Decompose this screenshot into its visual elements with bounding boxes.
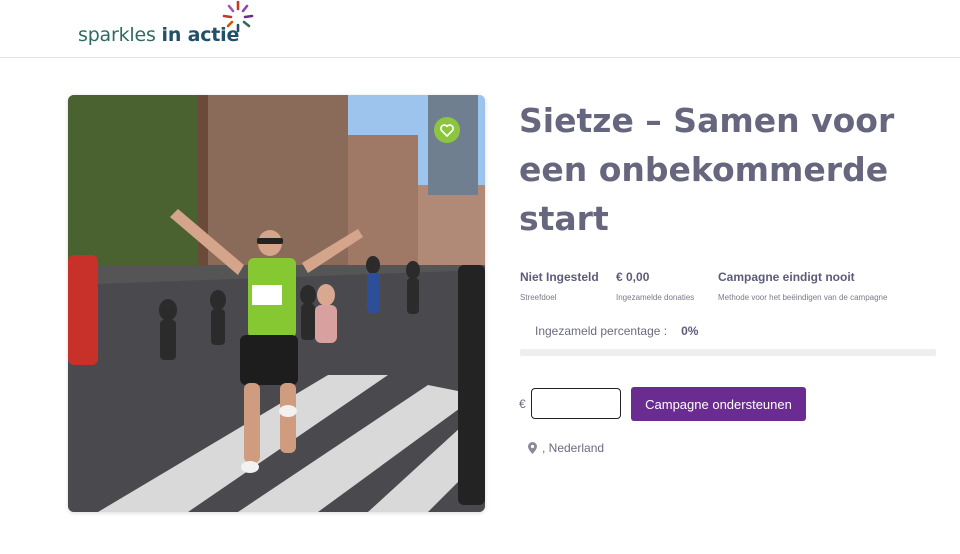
end-value: Campagne eindigt nooit <box>718 270 855 284</box>
raised-stat: € 0,00 Ingezamelde donaties <box>616 270 694 302</box>
map-pin-icon <box>528 442 537 454</box>
sparkle-burst-icon <box>222 0 254 33</box>
goal-stat: Niet Ingesteld Streefdoel <box>520 270 599 302</box>
percentage-row: Ingezameld percentage : 0% <box>535 324 698 338</box>
end-stat: Campagne eindigt nooit Methode voor het … <box>718 270 887 302</box>
site-header: sparkles in actie <box>0 0 960 58</box>
progress-bar <box>520 349 936 356</box>
raised-label: Ingezamelde donaties <box>616 293 695 302</box>
logo-text: sparkles in actie <box>78 24 240 46</box>
heart-icon[interactable] <box>434 117 460 143</box>
campaign-title: Sietze – Samen voor een onbekommerde sta… <box>519 101 895 238</box>
percentage-label: Ingezameld percentage : <box>535 324 668 338</box>
amount-input[interactable] <box>531 388 621 419</box>
support-campaign-button[interactable]: Campagne ondersteunen <box>631 387 806 421</box>
location-text: , Nederland <box>542 441 605 455</box>
percentage-value: 0% <box>681 324 699 338</box>
raised-value: € 0,00 <box>616 270 650 284</box>
location: , Nederland <box>528 441 604 455</box>
site-logo[interactable]: sparkles in actie <box>78 0 254 58</box>
goal-value: Niet Ingesteld <box>520 270 599 284</box>
goal-label: Streefdoel <box>520 293 557 302</box>
end-label: Methode voor het beëindigen van de campa… <box>718 293 888 302</box>
campaign-photo <box>68 95 485 512</box>
currency-symbol: € <box>519 397 526 411</box>
